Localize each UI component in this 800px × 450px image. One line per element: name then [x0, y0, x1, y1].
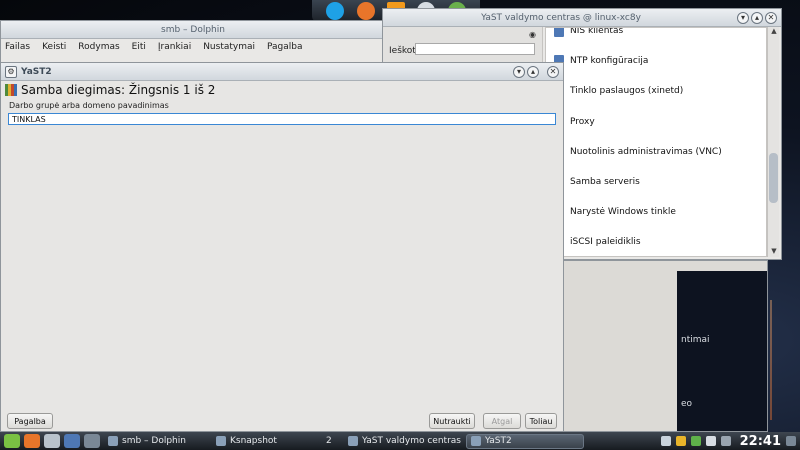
system-tray: 22:41 — [660, 434, 800, 449]
close-icon[interactable]: ✕ — [765, 11, 777, 24]
nis-icon — [554, 28, 564, 37]
list-item[interactable]: Samba serveris — [554, 175, 640, 189]
next-button[interactable]: Toliau — [525, 413, 557, 429]
camera-icon — [216, 436, 226, 446]
minimize-icon[interactable]: ▾ — [513, 65, 525, 78]
system-icon[interactable] — [84, 434, 100, 448]
desktop-label: eo — [681, 399, 693, 409]
dolphin-title: smb – Dolphin — [161, 24, 225, 35]
module-label: Tinklo paslaugos (xinetd) — [570, 86, 684, 96]
skype-icon[interactable] — [326, 2, 345, 20]
desktop-label: ntimai — [681, 335, 710, 345]
list-item[interactable]: Nuotolinis administravimas (VNC) — [554, 145, 722, 159]
panel-toolbox-icon[interactable] — [786, 436, 796, 446]
menu-pagalba[interactable]: Pagalba — [267, 42, 303, 52]
task-label: smb – Dolphin — [122, 436, 186, 446]
light-streak — [770, 300, 772, 420]
yast2-titlebar[interactable]: ⚙ YaST2 ▾ ▴ ✕ — [1, 63, 563, 81]
yast2-dialog: ⚙ YaST2 ▾ ▴ ✕ Samba diegimas: Žingsnis 1… — [0, 62, 564, 432]
module-label: Narystė Windows tinkle — [570, 207, 676, 217]
yast-icon — [348, 436, 358, 446]
dolphin-menubar: Failas Keisti Rodymas Eiti Įrankiai Nust… — [1, 39, 385, 55]
yast2-title: YaST2 — [21, 66, 52, 77]
page-heading: Samba diegimas: Žingsnis 1 iš 2 — [5, 83, 215, 97]
module-label: Samba serveris — [570, 177, 640, 187]
task-label: YaST valdymo centras @ lin — [362, 436, 462, 446]
list-item[interactable]: iSCSI paleidiklis — [554, 235, 641, 249]
task-label: YaST2 — [485, 436, 512, 446]
menu-nustatymai[interactable]: Nustatymai — [203, 42, 255, 52]
list-item[interactable]: NTP konfigūracija — [554, 54, 648, 68]
folder-icon[interactable] — [64, 434, 80, 448]
list-item[interactable]: Narystė Windows tinkle — [554, 205, 676, 219]
volume-icon[interactable] — [720, 436, 731, 446]
updater-icon[interactable] — [690, 436, 701, 446]
abort-button[interactable]: Nutraukti — [429, 413, 475, 429]
maximize-icon[interactable]: ▴ — [527, 65, 539, 78]
module-label: NIS klientas — [570, 27, 624, 36]
menu-irankiai[interactable]: Įrankiai — [158, 42, 191, 52]
back-button[interactable]: Atgal — [483, 413, 521, 429]
search-input[interactable] — [415, 43, 535, 55]
samba-icon — [5, 84, 17, 96]
close-icon[interactable]: ✕ — [547, 65, 559, 78]
yast-app-icon: ⚙ — [5, 65, 17, 78]
warning-icon[interactable] — [675, 436, 686, 446]
background-window: ntimai eo — [560, 260, 768, 432]
dolphin-icon — [108, 436, 118, 446]
clock[interactable]: 22:41 — [740, 434, 781, 449]
scroll-up-icon[interactable]: ▲ — [768, 27, 780, 37]
terminal-icon[interactable] — [44, 434, 60, 448]
task-dolphin[interactable]: smb – Dolphin — [104, 434, 208, 449]
list-item[interactable]: Tinklo paslaugos (xinetd) — [554, 84, 683, 98]
task-ksnapshot[interactable]: Ksnapshot — [212, 434, 322, 449]
list-item[interactable]: NIS klientas — [554, 27, 624, 38]
workgroup-label: Darbo grupė arba domeno pavadinimas — [9, 101, 169, 110]
clipboard-icon[interactable] — [660, 436, 671, 446]
radio-icon[interactable]: ◉ — [529, 30, 536, 39]
module-list-scrollbar[interactable]: ▲ ▼ — [767, 27, 779, 257]
task-count: 2 — [326, 436, 332, 446]
workgroup-input[interactable] — [8, 113, 556, 125]
menu-eiti[interactable]: Eiti — [132, 42, 146, 52]
task-yast2[interactable]: YaST2 — [466, 433, 584, 449]
network-icon[interactable] — [705, 436, 716, 446]
desktop-area: ntimai eo — [677, 271, 767, 431]
scroll-down-icon[interactable]: ▼ — [768, 247, 780, 257]
menu-rodymas[interactable]: Rodymas — [78, 42, 119, 52]
menu-keisti[interactable]: Keisti — [42, 42, 66, 52]
help-button[interactable]: Pagalba — [7, 413, 53, 429]
page-title: Samba diegimas: Žingsnis 1 iš 2 — [21, 83, 216, 97]
kickoff-icon[interactable] — [4, 434, 20, 448]
firefox-icon[interactable] — [24, 434, 40, 448]
search-label: Ieškoti — [389, 46, 419, 56]
firefox-icon[interactable] — [356, 2, 375, 20]
task-label: Ksnapshot — [230, 436, 277, 446]
taskbar: smb – Dolphin Ksnapshot 2 YaST valdymo c… — [0, 432, 800, 450]
dolphin-titlebar[interactable]: smb – Dolphin — [1, 21, 385, 39]
module-list: NIS klientas NTP konfigūracija Tinklo pa… — [545, 27, 767, 257]
module-label: NTP konfigūracija — [570, 56, 649, 66]
menu-failas[interactable]: Failas — [5, 42, 30, 52]
module-label: Proxy — [570, 117, 595, 127]
yast-cc-title: YaST valdymo centras @ linux-xc8y — [481, 12, 641, 23]
yast-cc-titlebar[interactable]: YaST valdymo centras @ linux-xc8y ▾ ▴ ✕ — [383, 9, 781, 27]
module-label: iSCSI paleidiklis — [570, 237, 641, 247]
task-group-count[interactable]: 2 — [326, 434, 340, 449]
maximize-icon[interactable]: ▴ — [751, 11, 763, 24]
task-yast-cc[interactable]: YaST valdymo centras @ lin — [344, 434, 462, 449]
minimize-icon[interactable]: ▾ — [737, 11, 749, 24]
yast-icon — [471, 436, 481, 446]
scrollbar-thumb[interactable] — [769, 153, 778, 203]
module-label: Nuotolinis administravimas (VNC) — [570, 147, 722, 157]
